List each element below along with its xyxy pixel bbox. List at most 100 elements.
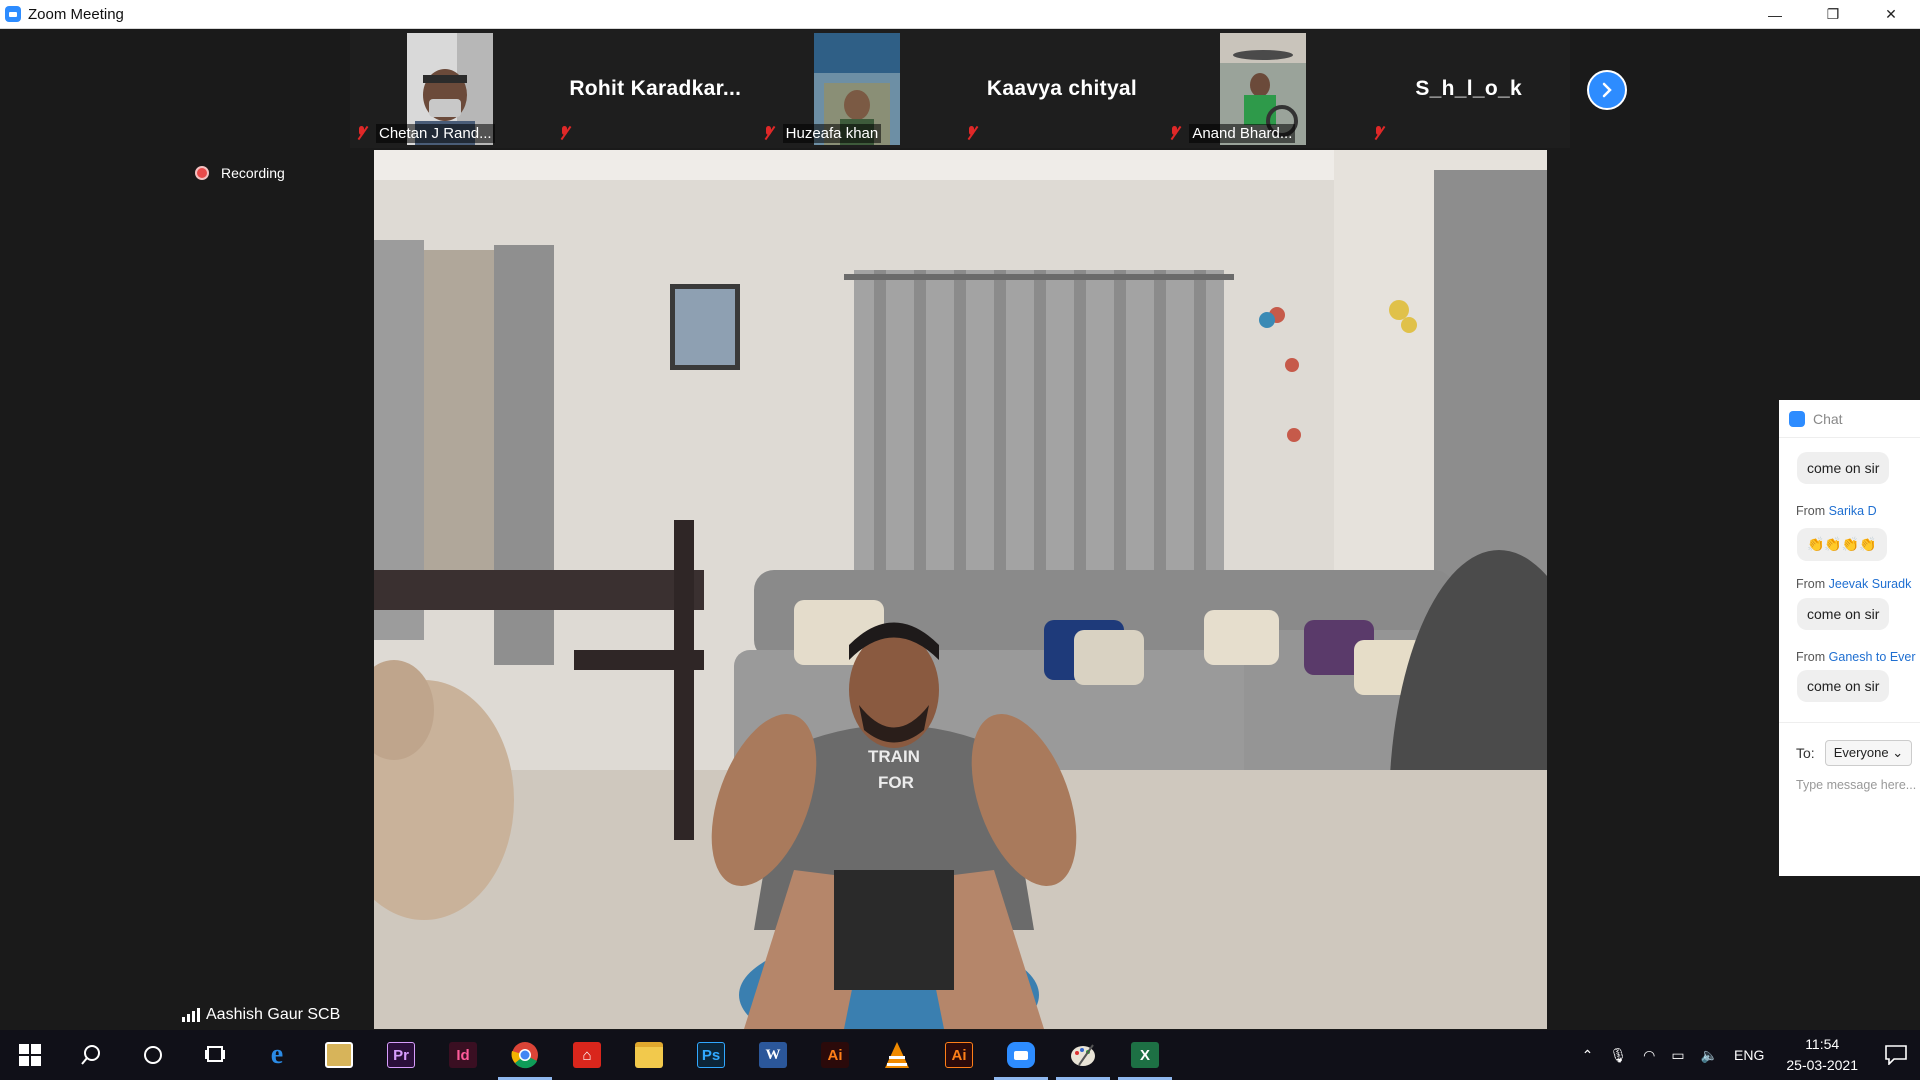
- participant-mute-indicator: [1371, 122, 1393, 144]
- taskbar-app-excel[interactable]: X: [1114, 1030, 1176, 1080]
- taskbar-app-zoom[interactable]: [990, 1030, 1052, 1080]
- muted-mic-icon: [1371, 125, 1387, 141]
- taskbar-search-button[interactable]: [60, 1030, 122, 1080]
- window-titlebar: Zoom Meeting — ❐ ✕: [0, 0, 1920, 29]
- taskbar-app-vlc[interactable]: [866, 1030, 928, 1080]
- speaker-video-frame: TRAIN FOR: [374, 150, 1547, 1029]
- recording-label: Recording: [221, 165, 285, 181]
- taskbar-app-illustrator[interactable]: Ai: [804, 1030, 866, 1080]
- cortana-icon: [144, 1046, 162, 1064]
- windows-logo-icon: [19, 1044, 41, 1066]
- recipient-dropdown[interactable]: Everyone ⌄: [1824, 740, 1913, 766]
- language-indicator[interactable]: ENG: [1734, 1047, 1764, 1063]
- recording-dot-icon: [195, 166, 209, 180]
- vlc-icon: [885, 1042, 909, 1068]
- chat-recipient-row: To: Everyone ⌄: [1796, 740, 1913, 766]
- main-speaker-video: TRAIN FOR: [374, 150, 1547, 1029]
- photos-icon: [325, 1042, 353, 1068]
- participant-name-label: Huzeafa khan: [761, 122, 882, 144]
- taskbar-app-photos[interactable]: [308, 1030, 370, 1080]
- participant-name: Kaavya chityal: [986, 77, 1138, 100]
- to-label: To:: [1796, 745, 1815, 761]
- maximize-button[interactable]: ❐: [1804, 0, 1862, 29]
- active-speaker-label: Aashish Gaur SCB: [182, 1006, 340, 1024]
- signal-strength-icon: [182, 1008, 200, 1022]
- participant-tile[interactable]: S_h_l_o_k: [1366, 30, 1570, 148]
- participant-name: S_h_l_o_k: [1415, 77, 1522, 100]
- chat-message: come on sir: [1797, 598, 1890, 630]
- chevron-down-icon: ⌄: [1892, 745, 1904, 760]
- participant-tile[interactable]: Chetan J Rand...: [350, 30, 554, 148]
- participant-mute-indicator: [557, 122, 579, 144]
- task-view-icon: [205, 1046, 225, 1062]
- participant-tile[interactable]: Kaavya chityal: [959, 30, 1164, 148]
- muted-mic-icon: [964, 125, 980, 141]
- chevron-up-icon[interactable]: ⌃: [1582, 1047, 1594, 1064]
- system-clock[interactable]: 11:54 25-03-2021: [1786, 1034, 1858, 1076]
- close-button[interactable]: ✕: [1862, 0, 1920, 29]
- taskbar-app-chrome[interactable]: [494, 1030, 556, 1080]
- chat-header: Chat: [1779, 400, 1920, 438]
- wifi-icon[interactable]: ◠: [1643, 1047, 1655, 1064]
- start-button[interactable]: [0, 1030, 60, 1080]
- photoshop-icon: Ps: [697, 1042, 725, 1068]
- participant-mute-indicator: [964, 122, 986, 144]
- participant-name-label: Anand Bhard...: [1167, 122, 1296, 144]
- chevron-right-icon: [1602, 82, 1612, 98]
- clock-time: 11:54: [1805, 1036, 1840, 1052]
- taskbar-app-illustrator-2[interactable]: Ai: [928, 1030, 990, 1080]
- chat-message-input[interactable]: Type message here...: [1796, 778, 1916, 792]
- participant-strip: Chetan J Rand... Rohit Karadkar... Huzea…: [350, 30, 1570, 148]
- participant-tile[interactable]: Huzeafa khan: [756, 30, 960, 148]
- taskbar-app-premiere[interactable]: Pr: [370, 1030, 432, 1080]
- chat-title: Chat: [1813, 410, 1843, 427]
- notification-center-button[interactable]: [1872, 1030, 1920, 1080]
- muted-mic-icon: [557, 125, 573, 141]
- minimize-button[interactable]: —: [1746, 0, 1804, 29]
- system-tray: ⌃ 🎙 ◠ ▭ 🔈 ENG 11:54 25-03-2021: [1574, 1030, 1920, 1080]
- participant-name-label: Chetan J Rand...: [354, 122, 495, 144]
- task-view-button[interactable]: [184, 1030, 246, 1080]
- microphone-icon[interactable]: 🎙: [1609, 1047, 1627, 1064]
- chat-message-sender: From Sarika D: [1796, 504, 1877, 518]
- participant-tile[interactable]: Rohit Karadkar...: [553, 30, 757, 148]
- paint-icon: [1071, 1044, 1095, 1066]
- zoom-app-icon: [5, 6, 21, 22]
- taskbar-app-photoshop[interactable]: Ps: [680, 1030, 742, 1080]
- window-title: Zoom Meeting: [28, 5, 124, 23]
- muted-mic-icon: [1167, 125, 1183, 141]
- muted-mic-icon: [761, 125, 777, 141]
- indesign-icon: Id: [449, 1042, 477, 1068]
- search-icon: [81, 1045, 100, 1065]
- zoom-icon: [1007, 1042, 1035, 1068]
- taskbar-app-paint[interactable]: [1052, 1030, 1114, 1080]
- chat-message-sender: From Ganesh to Ever: [1796, 650, 1916, 664]
- next-participants-button[interactable]: [1587, 70, 1627, 110]
- muted-mic-icon: [354, 125, 370, 141]
- participant-tile[interactable]: Anand Bhard...: [1163, 30, 1367, 148]
- chrome-icon: [511, 1042, 538, 1069]
- chat-message: 👏👏👏👏: [1797, 528, 1887, 561]
- word-icon: W: [759, 1042, 787, 1068]
- battery-icon[interactable]: ▭: [1671, 1047, 1684, 1064]
- windows-taskbar: e Pr Id ⌂ Ps W Ai Ai X ⌃ 🎙 ◠ ▭ 🔈 ENG 11:…: [0, 1030, 1920, 1080]
- chat-message-sender: From Jeevak Suradk: [1796, 577, 1912, 591]
- cortana-button[interactable]: [122, 1030, 184, 1080]
- taskbar-app-word[interactable]: W: [742, 1030, 804, 1080]
- taskbar-app-acrobat[interactable]: ⌂: [556, 1030, 618, 1080]
- volume-icon[interactable]: 🔈: [1701, 1047, 1718, 1064]
- shirt-text: FOR: [878, 773, 914, 792]
- edge-icon: e: [270, 1039, 284, 1070]
- chat-message: come on sir: [1797, 670, 1890, 702]
- notification-icon: [1885, 1045, 1907, 1065]
- illustrator-icon: Ai: [821, 1042, 849, 1068]
- illustrator-icon: Ai: [945, 1042, 973, 1068]
- clock-date: 25-03-2021: [1786, 1057, 1858, 1073]
- recording-indicator[interactable]: Recording: [195, 165, 285, 181]
- taskbar-app-explorer[interactable]: [618, 1030, 680, 1080]
- folder-icon: [635, 1042, 663, 1068]
- chat-icon: [1789, 410, 1805, 427]
- taskbar-app-indesign[interactable]: Id: [432, 1030, 494, 1080]
- premiere-icon: Pr: [387, 1042, 415, 1068]
- taskbar-app-edge[interactable]: e: [246, 1030, 308, 1080]
